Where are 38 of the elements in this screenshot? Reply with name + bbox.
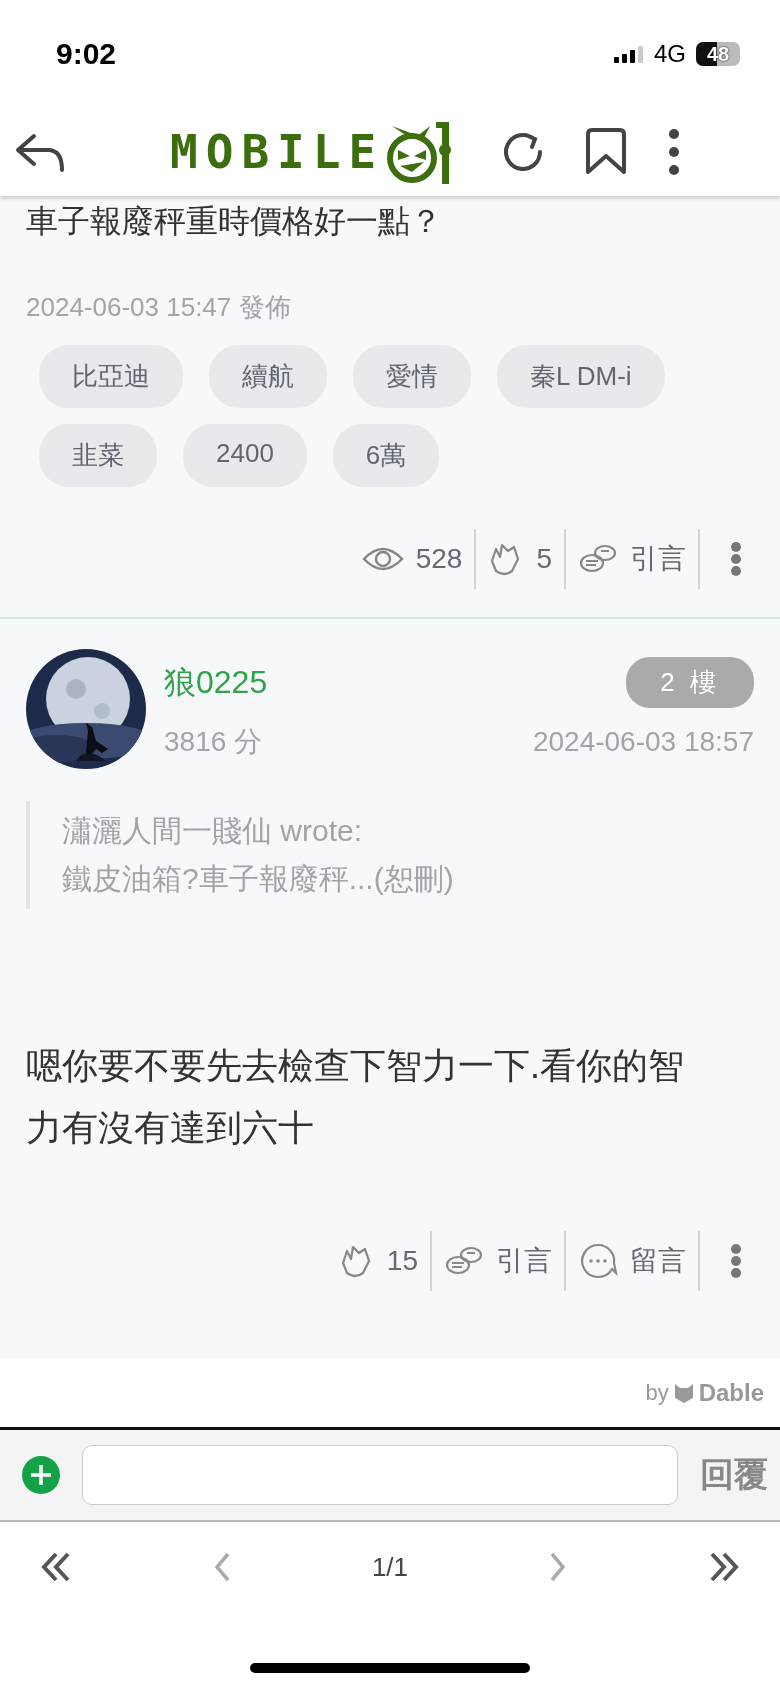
page-indicator: 1/1 bbox=[371, 1551, 409, 1583]
tag-chip[interactable]: 愛情 bbox=[353, 345, 471, 408]
reply-button[interactable]: 回覆 bbox=[700, 1452, 768, 1498]
quote-button[interactable]: 引言 bbox=[566, 540, 698, 578]
sponsor-by-label: by bbox=[645, 1379, 669, 1406]
like-button[interactable]: 5 bbox=[476, 541, 564, 577]
logo-text: MOBILE bbox=[170, 125, 385, 179]
comment-button[interactable]: 留言 bbox=[566, 1242, 698, 1280]
signal-icon bbox=[614, 44, 644, 64]
quote-button[interactable]: 引言 bbox=[432, 1242, 564, 1280]
user-score: 3816 分 bbox=[164, 725, 263, 759]
reply-input[interactable] bbox=[82, 1445, 678, 1505]
topic-title: 車子報廢秤重時價格好一點？ bbox=[26, 202, 443, 241]
more-dots-icon bbox=[730, 1243, 742, 1279]
sponsor-brand: Dable bbox=[698, 1378, 764, 1407]
post-date: 2024-06-03 15:47 發佈 bbox=[26, 291, 292, 324]
floor-badge: 2 樓 bbox=[626, 657, 754, 708]
cat-logo-icon bbox=[672, 1381, 695, 1404]
add-button[interactable] bbox=[22, 1456, 60, 1494]
more-dots-icon bbox=[730, 541, 742, 577]
quote-excerpt: 鐵皮油箱?車子報廢秤...(恕刪) bbox=[62, 861, 455, 897]
tag-chip[interactable]: 韭菜 bbox=[39, 424, 157, 487]
tag-chip[interactable]: 秦L DM-i bbox=[497, 345, 665, 408]
eye-icon bbox=[361, 545, 404, 573]
tag-chip[interactable]: 比亞迪 bbox=[39, 345, 183, 408]
reply-body: 嗯你要不要先去檢查下智力一下.看你的智力有沒有達到六十 bbox=[26, 1044, 685, 1150]
tag-chip[interactable]: 2400 bbox=[183, 424, 307, 487]
reply-time: 2024-06-03 18:57 bbox=[532, 726, 754, 758]
quote-author: 瀟灑人間一賤仙 wrote: bbox=[62, 813, 364, 849]
tag-chip[interactable]: 續航 bbox=[209, 345, 327, 408]
status-time: 9:02 bbox=[56, 37, 117, 71]
view-count: 528 bbox=[415, 543, 463, 575]
network-label: 4G bbox=[654, 40, 686, 68]
like-button[interactable]: 15 bbox=[326, 1243, 430, 1279]
author-name[interactable]: 狼0225 bbox=[164, 660, 268, 705]
chat-bubble-icon bbox=[578, 1243, 618, 1279]
first-page-button[interactable] bbox=[40, 1552, 72, 1582]
tag-chip[interactable]: 6萬 bbox=[332, 424, 440, 487]
